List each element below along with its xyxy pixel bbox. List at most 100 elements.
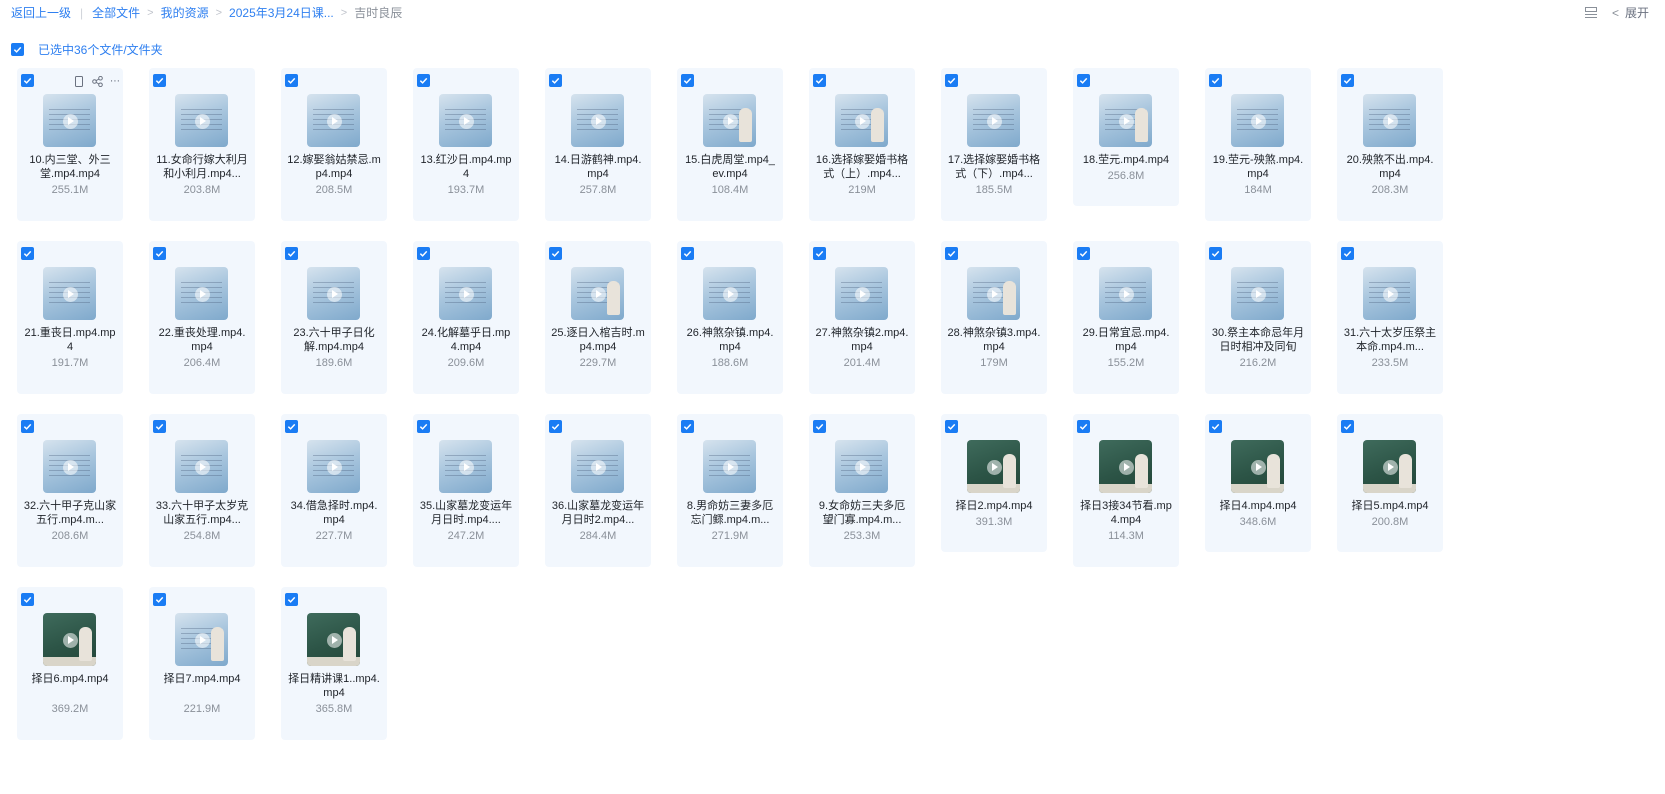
file-tile[interactable]: 27.神煞杂镇2.mp4.mp4 201.4M	[809, 241, 915, 394]
file-checkbox[interactable]	[945, 247, 958, 260]
file-checkbox[interactable]	[1341, 74, 1354, 87]
file-checkbox[interactable]	[1077, 247, 1090, 260]
video-thumbnail[interactable]	[1231, 267, 1284, 320]
video-thumbnail[interactable]	[1099, 440, 1152, 493]
file-tile[interactable]: 29.日常宜忌.mp4.mp4 155.2M	[1073, 241, 1179, 394]
file-checkbox[interactable]	[1077, 74, 1090, 87]
video-thumbnail[interactable]	[1363, 94, 1416, 147]
video-thumbnail[interactable]	[307, 94, 360, 147]
file-checkbox[interactable]	[21, 593, 34, 606]
video-thumbnail[interactable]	[1363, 440, 1416, 493]
file-tile[interactable]: 30.祭主本命忌年月日时相冲及同旬 216.2M	[1205, 241, 1311, 394]
file-checkbox[interactable]	[681, 420, 694, 433]
file-checkbox[interactable]	[945, 74, 958, 87]
video-thumbnail[interactable]	[967, 440, 1020, 493]
back-link[interactable]: 返回上一级	[11, 4, 71, 21]
video-thumbnail[interactable]	[571, 440, 624, 493]
video-thumbnail[interactable]	[43, 613, 96, 666]
file-tile[interactable]: 28.神煞杂镇3.mp4.mp4 179M	[941, 241, 1047, 394]
file-checkbox[interactable]	[813, 247, 826, 260]
video-thumbnail[interactable]	[175, 267, 228, 320]
video-thumbnail[interactable]	[703, 267, 756, 320]
breadcrumb-item-my-resources[interactable]: 我的资源	[161, 4, 209, 21]
file-tile[interactable]: 17.选择嫁娶婚书格式（下）.mp4... 185.5M	[941, 68, 1047, 221]
file-checkbox[interactable]	[681, 247, 694, 260]
file-tile[interactable]: 16.选择嫁娶婚书格式（上）.mp4... 219M	[809, 68, 915, 221]
video-thumbnail[interactable]	[571, 94, 624, 147]
file-tile[interactable]: 9.女命妨三夫多厄望门寡.mp4.m... 253.3M	[809, 414, 915, 567]
breadcrumb-item-all-files[interactable]: 全部文件	[92, 4, 140, 21]
file-checkbox[interactable]	[285, 420, 298, 433]
file-checkbox[interactable]	[549, 247, 562, 260]
file-tile[interactable]: 11.女命行嫁大利月和小利月.mp4... 203.8M	[149, 68, 255, 221]
file-checkbox[interactable]	[1077, 420, 1090, 433]
file-checkbox[interactable]	[1209, 74, 1222, 87]
file-checkbox[interactable]	[1341, 247, 1354, 260]
file-checkbox[interactable]	[813, 74, 826, 87]
expand-button[interactable]: < 展开	[1612, 4, 1649, 21]
video-thumbnail[interactable]	[439, 267, 492, 320]
phone-icon[interactable]	[73, 75, 85, 87]
video-thumbnail[interactable]	[967, 94, 1020, 147]
file-tile[interactable]: 23.六十甲子日化解.mp4.mp4 189.6M	[281, 241, 387, 394]
video-thumbnail[interactable]	[703, 440, 756, 493]
file-tile[interactable]: 20.殃煞不出.mp4.mp4 208.3M	[1337, 68, 1443, 221]
video-thumbnail[interactable]	[307, 613, 360, 666]
video-thumbnail[interactable]	[175, 440, 228, 493]
list-view-icon[interactable]	[1584, 6, 1598, 20]
file-checkbox[interactable]	[21, 420, 34, 433]
video-thumbnail[interactable]	[307, 440, 360, 493]
video-thumbnail[interactable]	[1099, 267, 1152, 320]
file-tile[interactable]: 择日4.mp4.mp4 348.6M	[1205, 414, 1311, 552]
file-tile[interactable]: 13.红沙日.mp4.mp4 193.7M	[413, 68, 519, 221]
file-tile[interactable]: 14.日游鹤神.mp4.mp4 257.8M	[545, 68, 651, 221]
file-tile[interactable]: 择日7.mp4.mp4 221.9M	[149, 587, 255, 740]
video-thumbnail[interactable]	[835, 267, 888, 320]
video-thumbnail[interactable]	[439, 94, 492, 147]
video-thumbnail[interactable]	[703, 94, 756, 147]
file-checkbox[interactable]	[21, 74, 34, 87]
file-checkbox[interactable]	[153, 74, 166, 87]
video-thumbnail[interactable]	[835, 440, 888, 493]
file-checkbox[interactable]	[285, 247, 298, 260]
video-thumbnail[interactable]	[835, 94, 888, 147]
video-thumbnail[interactable]	[967, 267, 1020, 320]
file-tile[interactable]: 22.重丧处理.mp4.mp4 206.4M	[149, 241, 255, 394]
file-tile[interactable]: 18.茔元.mp4.mp4 256.8M	[1073, 68, 1179, 206]
file-tile[interactable]: 择日6.mp4.mp4 369.2M	[17, 587, 123, 740]
file-checkbox[interactable]	[153, 420, 166, 433]
file-checkbox[interactable]	[21, 247, 34, 260]
file-checkbox[interactable]	[285, 74, 298, 87]
file-tile[interactable]: 择日2.mp4.mp4 391.3M	[941, 414, 1047, 552]
video-thumbnail[interactable]	[1231, 94, 1284, 147]
file-tile[interactable]: 35.山家墓龙变运年月日时.mp4.... 247.2M	[413, 414, 519, 567]
file-checkbox[interactable]	[1209, 247, 1222, 260]
file-checkbox[interactable]	[153, 593, 166, 606]
select-all-checkbox[interactable]	[11, 43, 24, 56]
file-checkbox[interactable]	[417, 247, 430, 260]
share-icon[interactable]	[91, 75, 103, 87]
video-thumbnail[interactable]	[439, 440, 492, 493]
file-checkbox[interactable]	[1341, 420, 1354, 433]
video-thumbnail[interactable]	[43, 267, 96, 320]
video-thumbnail[interactable]	[43, 440, 96, 493]
file-tile[interactable]: 19.茔元-殃煞.mp4.mp4 184M	[1205, 68, 1311, 221]
file-tile[interactable]: 32.六十甲子克山家五行.mp4.m... 208.6M	[17, 414, 123, 567]
file-checkbox[interactable]	[417, 420, 430, 433]
file-tile[interactable]: 26.神煞杂镇.mp4.mp4 188.6M	[677, 241, 783, 394]
video-thumbnail[interactable]	[175, 613, 228, 666]
file-tile[interactable]: 25.逐日入棺吉时.mp4.mp4 229.7M	[545, 241, 651, 394]
file-tile[interactable]: 择日精讲课1..mp4.mp4 365.8M	[281, 587, 387, 740]
file-tile[interactable]: 择日3接34节看.mp4.mp4 114.3M	[1073, 414, 1179, 567]
file-tile[interactable]: 34.借急择时.mp4.mp4 227.7M	[281, 414, 387, 567]
file-tile[interactable]: 8.男命妨三妻多厄忘门鳏.mp4.m... 271.9M	[677, 414, 783, 567]
video-thumbnail[interactable]	[307, 267, 360, 320]
video-thumbnail[interactable]	[1231, 440, 1284, 493]
file-tile[interactable]: 15.白虎周堂.mp4_ev.mp4 108.4M	[677, 68, 783, 221]
file-tile[interactable]: 33.六十甲子太岁克山家五行.mp4... 254.8M	[149, 414, 255, 567]
more-icon[interactable]: ⋯	[109, 75, 121, 87]
file-tile[interactable]: 24.化解墓乎日.mp4.mp4 209.6M	[413, 241, 519, 394]
file-tile[interactable]: 31.六十太岁压祭主本命.mp4.m... 233.5M	[1337, 241, 1443, 394]
file-checkbox[interactable]	[417, 74, 430, 87]
video-thumbnail[interactable]	[571, 267, 624, 320]
